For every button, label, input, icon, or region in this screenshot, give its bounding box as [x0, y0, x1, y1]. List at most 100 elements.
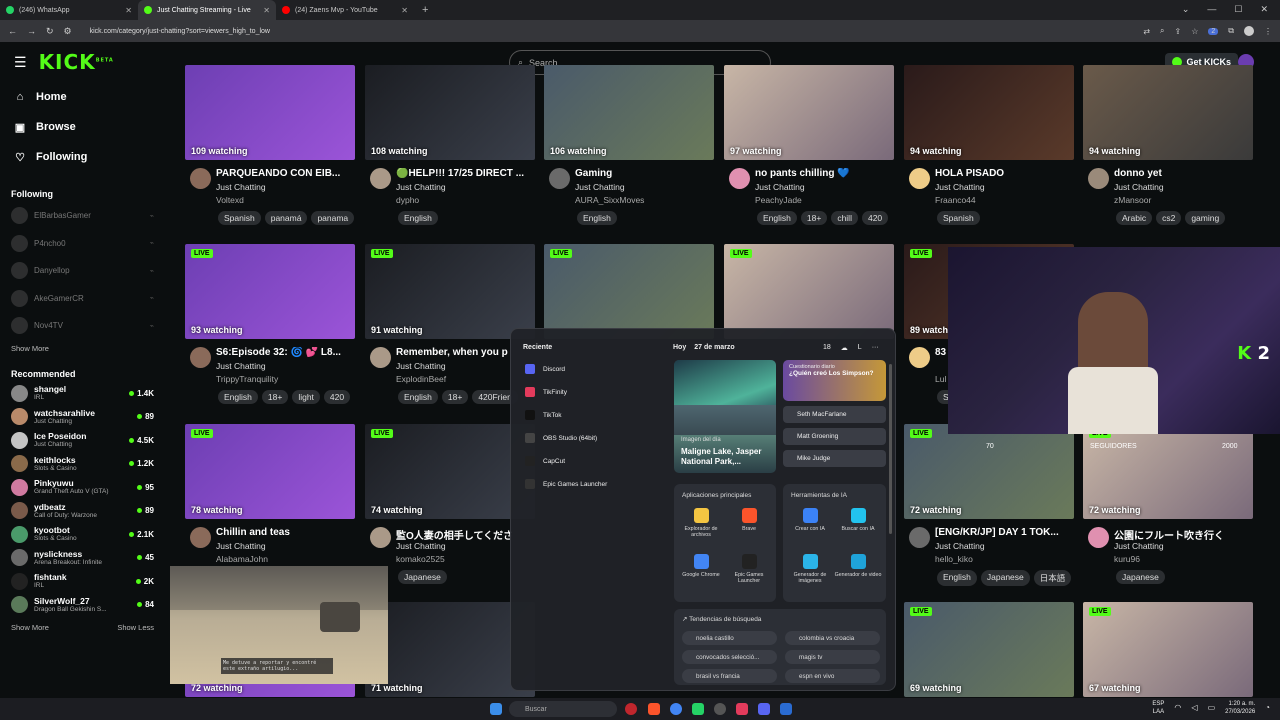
quiz-option[interactable]: Seth MacFarlane [783, 406, 886, 423]
profile-avatar[interactable] [1244, 26, 1254, 36]
menu-icon[interactable]: ⋮ [1264, 27, 1272, 36]
recent-app-item[interactable]: Epic Games Launcher [525, 479, 607, 489]
streamer-avatar[interactable] [909, 347, 930, 368]
more-options-icon[interactable]: ··· [872, 344, 879, 352]
tab-search-icon[interactable]: ⌄ [1182, 4, 1190, 15]
webcam-overlay[interactable]: K 2 [948, 247, 1280, 434]
share-icon[interactable]: ⇪ [1175, 27, 1182, 36]
stream-thumbnail[interactable]: 94 watching [904, 65, 1074, 160]
zoom-icon[interactable]: ⌕ [1160, 26, 1164, 36]
stream-thumbnail[interactable]: LIVE 78 watching [185, 424, 355, 519]
stream-title[interactable]: S6:Episode 32: 🌀 💕 L8... [216, 347, 360, 358]
bookmark-icon[interactable]: ☆ [1191, 27, 1198, 36]
streamer-name[interactable]: TrippyTranquility [216, 374, 278, 384]
brave-icon[interactable] [648, 703, 660, 715]
stream-thumbnail[interactable]: LIVE 69 watching [904, 602, 1074, 697]
stream-thumbnail[interactable]: 108 watching [365, 65, 535, 160]
tag[interactable]: gaming [1185, 211, 1226, 225]
forward-icon[interactable]: → [27, 26, 36, 36]
browser-tab-kick[interactable]: Just Chatting Streaming - Live ✕ [138, 0, 276, 20]
new-tab-button[interactable]: + [422, 4, 428, 16]
stream-thumbnail[interactable]: LIVE72 watching [1083, 424, 1253, 519]
translate-icon[interactable]: ⇄ [1143, 27, 1150, 36]
recommended-item[interactable]: shangel IRL 1.4K [0, 382, 165, 406]
streamer-name[interactable]: AlabamaJohn [216, 554, 268, 564]
show-more-label[interactable]: Show More [11, 623, 49, 632]
streamer-avatar[interactable] [370, 347, 391, 368]
streamer-avatar[interactable] [1088, 168, 1109, 189]
streamer-avatar[interactable] [729, 168, 750, 189]
streamer-avatar[interactable] [190, 347, 211, 368]
streamer-name[interactable]: PeachyJade [755, 195, 802, 205]
recent-app-item[interactable]: TikTok [525, 410, 562, 420]
stream-thumbnail[interactable]: 94 watching [1083, 65, 1253, 160]
streamer-avatar[interactable] [370, 527, 391, 548]
recommended-item[interactable]: kyootbot Slots & Casino 2.1K [0, 523, 165, 547]
stream-category[interactable]: Just Chatting [935, 541, 985, 551]
browser-tab-youtube[interactable]: (24) Zaens Mvp - YouTube ✕ [276, 0, 414, 20]
tag[interactable]: Arabic [1116, 211, 1153, 225]
back-icon[interactable]: ← [8, 26, 17, 36]
scrollbar[interactable] [889, 364, 892, 534]
tag[interactable]: cs2 [1156, 211, 1182, 225]
tag[interactable]: light [292, 390, 320, 404]
tag[interactable]: English [577, 211, 617, 225]
tag[interactable]: panama [311, 211, 355, 225]
trend-item[interactable]: brasil vs francia [682, 669, 777, 683]
top-app-item[interactable]: Google Chrome [677, 554, 725, 600]
tag[interactable]: English [398, 390, 438, 404]
tag[interactable]: Japanese [980, 570, 1030, 586]
sidebar-item-browse[interactable]: ▣ Browse [0, 112, 165, 142]
tag[interactable]: English [937, 570, 977, 586]
streamer-name[interactable]: Fraanco44 [935, 195, 976, 205]
tag[interactable]: Japanese [1116, 570, 1165, 584]
windows-start-icon[interactable] [490, 703, 502, 715]
chrome-icon[interactable] [670, 703, 682, 715]
maximize-button[interactable]: ☐ [1234, 4, 1242, 15]
tag[interactable]: 18+ [441, 390, 469, 404]
trend-item[interactable]: colombia vs croacia [785, 631, 880, 645]
stream-category[interactable]: Just Chatting [755, 182, 805, 192]
stream-thumbnail[interactable]: 109 watching [185, 65, 355, 160]
whatsapp-icon[interactable] [692, 703, 704, 715]
stream-thumbnail[interactable]: LIVE [724, 244, 894, 339]
streamer-name[interactable]: kuru96 [1114, 554, 1140, 564]
stream-category[interactable]: Just Chatting [216, 182, 266, 192]
streamer-avatar[interactable] [909, 168, 930, 189]
stream-title[interactable]: PARQUEANDO CON EIB... [216, 168, 360, 179]
obs-icon[interactable] [714, 703, 726, 715]
stream-title[interactable]: 公園にフルート吹き行く [1114, 527, 1258, 542]
tikfinity-icon[interactable] [736, 703, 748, 715]
streamer-avatar[interactable] [909, 527, 930, 548]
image-of-day-card[interactable]: Imagen del día Maligne Lake, Jasper Nati… [674, 360, 776, 473]
close-icon[interactable]: ✕ [263, 6, 270, 15]
streamer-name[interactable]: Voltexd [216, 195, 244, 205]
sidebar-item-home[interactable]: ⌂ Home [0, 82, 165, 112]
notification-icon[interactable]: ◔ [1265, 704, 1270, 712]
trend-item[interactable]: convocados selecció... [682, 650, 777, 664]
following-item[interactable]: Danyellop ⌁ [0, 257, 165, 285]
discord-icon[interactable] [758, 703, 770, 715]
stream-title[interactable]: 🟢HELP!!! 17/25 DIRECT ... [396, 168, 540, 179]
stream-category[interactable]: Just Chatting [396, 361, 446, 371]
kick-logo[interactable]: KICKBETA [39, 50, 114, 74]
stream-title[interactable]: Gaming [575, 168, 719, 179]
show-less-label[interactable]: Show Less [117, 623, 154, 632]
wifi-icon[interactable]: ◠ [1174, 704, 1181, 712]
streamer-avatar[interactable] [549, 168, 570, 189]
streamer-name[interactable]: ExplodinBeef [396, 374, 446, 384]
streamer-name[interactable]: AURA_SixxMoves [575, 195, 644, 205]
language-indicator[interactable]: ESP LAA [1152, 700, 1164, 716]
tag[interactable]: Spanish [218, 211, 261, 225]
minimize-button[interactable]: — [1207, 4, 1216, 15]
stream-category[interactable]: Just Chatting [935, 182, 985, 192]
tag[interactable]: 420 [861, 211, 889, 225]
streamer-name[interactable]: dypho [396, 195, 419, 205]
trend-item[interactable]: noelia castillo [682, 631, 777, 645]
tag[interactable]: chill [831, 211, 858, 225]
stream-category[interactable]: Just Chatting [396, 541, 446, 551]
extensions-icon[interactable]: ⧉ [1228, 26, 1234, 36]
stream-thumbnail[interactable]: LIVE [544, 244, 714, 339]
ai-tool-item[interactable]: Generador de video [834, 554, 882, 600]
stream-category[interactable]: Just Chatting [1114, 182, 1164, 192]
